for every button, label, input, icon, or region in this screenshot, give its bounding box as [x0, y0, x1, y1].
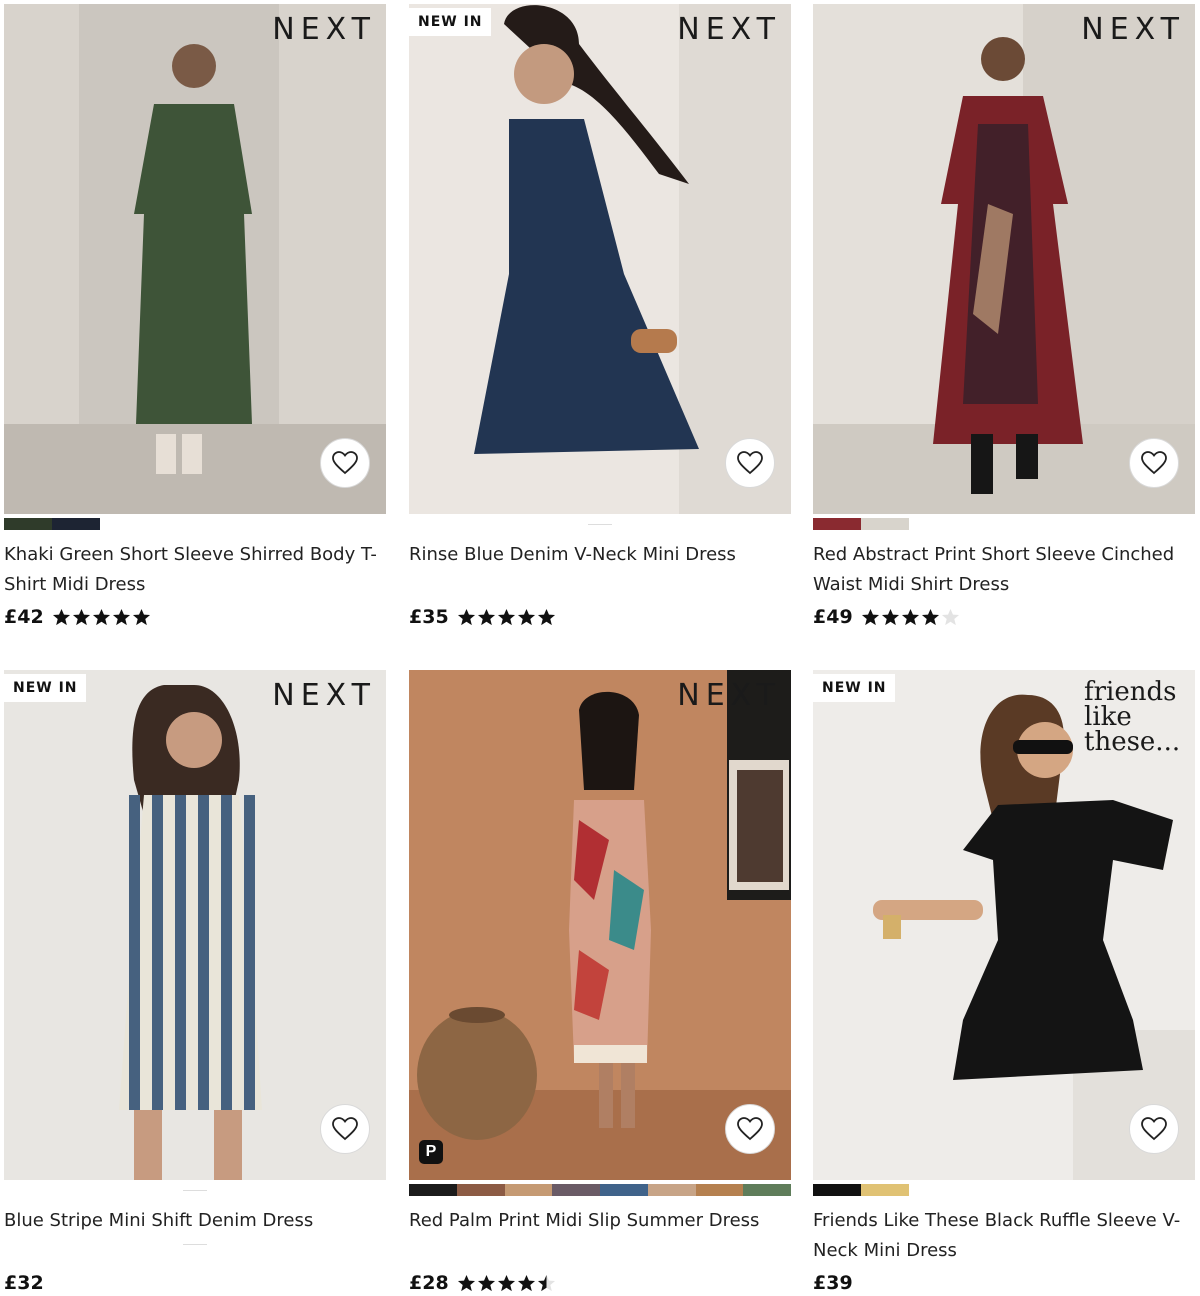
wishlist-button[interactable]: [320, 1104, 370, 1154]
product-card[interactable]: NEW IN NEXT Rinse Blue Denim V-Neck Mini…: [409, 4, 791, 629]
star-icon: [477, 1274, 495, 1291]
colour-swatch[interactable]: [552, 1184, 600, 1196]
colour-swatch[interactable]: [4, 518, 52, 530]
star-icon: [941, 608, 959, 625]
colour-swatch[interactable]: [504, 1184, 553, 1196]
product-image[interactable]: NEXT P: [409, 670, 791, 1180]
product-price: £42: [4, 606, 44, 628]
new-in-badge: NEW IN: [4, 674, 86, 702]
star-icon: [517, 1274, 535, 1291]
product-card[interactable]: NEXT Red Abstract Print Short Sleeve Cin…: [813, 4, 1195, 629]
heart-icon: [1141, 1117, 1167, 1141]
star-icon: [881, 608, 899, 625]
new-in-badge: NEW IN: [813, 674, 895, 702]
star-rating: [52, 608, 151, 627]
star-icon: [457, 1274, 475, 1291]
swatch-placeholder: [4, 1184, 386, 1196]
wishlist-button[interactable]: [725, 1104, 775, 1154]
colour-swatches[interactable]: [813, 518, 1195, 530]
product-price: £35: [409, 606, 449, 628]
colour-swatches[interactable]: [813, 1184, 1195, 1196]
wishlist-button[interactable]: [725, 438, 775, 488]
heart-icon: [332, 1117, 358, 1141]
colour-swatch[interactable]: [695, 1184, 744, 1196]
star-icon: [92, 608, 110, 625]
swatch-placeholder: [409, 518, 791, 530]
brand-logo: NEXT: [677, 678, 781, 713]
star-icon: [112, 608, 130, 625]
new-in-badge: NEW IN: [409, 8, 491, 36]
star-icon: [537, 608, 555, 625]
wishlist-button[interactable]: [320, 438, 370, 488]
product-photo: [4, 4, 386, 514]
colour-swatch[interactable]: [813, 1184, 861, 1196]
product-card[interactable]: NEW IN friends like these... Friends Lik…: [813, 670, 1195, 1295]
product-price: £32: [4, 1272, 44, 1294]
product-image[interactable]: NEXT: [813, 4, 1195, 514]
star-rating: [861, 608, 960, 627]
brand-logo: NEXT: [1081, 12, 1185, 47]
rating-placeholder: [4, 1238, 386, 1250]
product-photo: [409, 4, 791, 514]
star-icon: [497, 1274, 515, 1291]
star-icon: [861, 608, 879, 625]
product-image[interactable]: NEW IN NEXT: [4, 670, 386, 1180]
product-image[interactable]: NEXT: [4, 4, 386, 514]
brand-logo: NEXT: [272, 678, 376, 713]
colour-swatches[interactable]: [409, 1184, 791, 1196]
colour-swatches[interactable]: [4, 518, 386, 530]
brand-logo: friends like these...: [1084, 677, 1181, 757]
star-icon: [72, 608, 90, 625]
product-photo: [4, 670, 386, 1180]
star-icon: [477, 608, 495, 625]
star-rating: [457, 608, 556, 627]
product-grid: NEXT Khaki Green Short Sleeve Shirred Bo…: [0, 0, 1200, 1296]
product-title[interactable]: Blue Stripe Mini Shift Denim Dress: [4, 1206, 386, 1266]
product-photo: [813, 4, 1195, 514]
brand-logo: NEXT: [677, 12, 781, 47]
star-icon: [901, 608, 919, 625]
product-title[interactable]: Khaki Green Short Sleeve Shirred Body T-…: [4, 540, 386, 600]
wishlist-button[interactable]: [1129, 438, 1179, 488]
product-title[interactable]: Red Palm Print Midi Slip Summer Dress: [409, 1206, 791, 1266]
heart-icon: [332, 451, 358, 475]
product-image[interactable]: NEW IN NEXT: [409, 4, 791, 514]
product-price: £39: [813, 1272, 853, 1294]
star-icon: [921, 608, 939, 625]
star-icon: [517, 608, 535, 625]
heart-icon: [737, 451, 763, 475]
colour-swatch[interactable]: [861, 518, 909, 530]
colour-swatch[interactable]: [52, 518, 100, 530]
star-icon: [457, 608, 475, 625]
product-card[interactable]: NEXT Khaki Green Short Sleeve Shirred Bo…: [4, 4, 386, 629]
colour-swatch[interactable]: [456, 1184, 505, 1196]
colour-swatch[interactable]: [647, 1184, 696, 1196]
product-price: £28: [409, 1272, 449, 1294]
colour-swatch[interactable]: [600, 1184, 648, 1196]
star-rating: [457, 1274, 556, 1293]
star-icon: [52, 608, 70, 625]
colour-swatch[interactable]: [409, 1184, 457, 1196]
heart-icon: [737, 1117, 763, 1141]
product-card[interactable]: NEXT P Red Palm Print Midi Slip Summer D…: [409, 670, 791, 1295]
wishlist-button[interactable]: [1129, 1104, 1179, 1154]
brand-logo: NEXT: [272, 12, 376, 47]
star-icon: [132, 608, 150, 625]
colour-swatch[interactable]: [813, 518, 861, 530]
product-image[interactable]: NEW IN friends like these...: [813, 670, 1195, 1180]
product-price: £49: [813, 606, 853, 628]
product-title[interactable]: Red Abstract Print Short Sleeve Cinched …: [813, 540, 1195, 600]
product-photo: [409, 670, 791, 1180]
star-icon: [537, 1274, 555, 1291]
product-title[interactable]: Rinse Blue Denim V-Neck Mini Dress: [409, 540, 791, 600]
heart-icon: [1141, 451, 1167, 475]
colour-swatch[interactable]: [861, 1184, 909, 1196]
partner-p-icon: P: [419, 1140, 443, 1164]
product-title[interactable]: Friends Like These Black Ruffle Sleeve V…: [813, 1206, 1195, 1266]
product-card[interactable]: NEW IN NEXT Blue Stripe Mini Shift Denim…: [4, 670, 386, 1295]
colour-swatch[interactable]: [743, 1184, 791, 1196]
star-icon: [497, 608, 515, 625]
